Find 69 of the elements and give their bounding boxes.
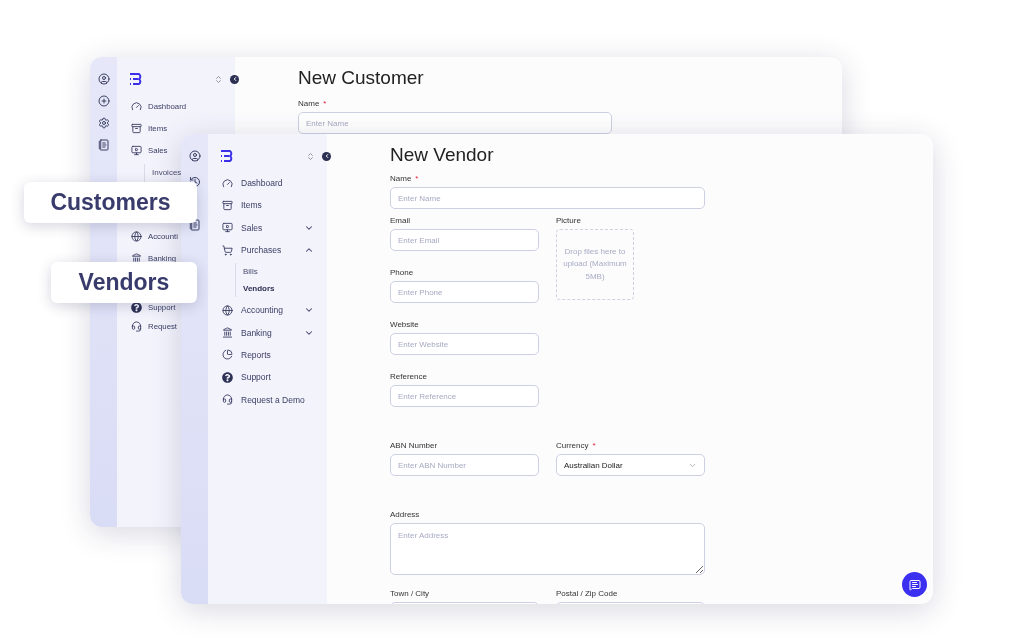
field-label: Address: [390, 510, 421, 520]
user-icon[interactable]: [188, 150, 201, 162]
nav-item[interactable]: Support: [208, 366, 327, 389]
archive-box-icon: [131, 122, 142, 134]
nav-subitem[interactable]: Bills: [243, 263, 258, 281]
monitor-icon: [131, 145, 142, 157]
nav-subitem[interactable]: Invoices: [152, 163, 182, 181]
customers-tooltip: Customers: [24, 182, 197, 223]
chevron-left-icon: [231, 76, 238, 82]
globe-icon: [131, 230, 142, 242]
nav-item[interactable]: Purchases: [208, 238, 327, 262]
currency-select[interactable]: Australian Dollar: [556, 454, 705, 476]
help-icon: [131, 302, 142, 314]
settings-icon[interactable]: [97, 117, 110, 129]
monitor-icon: [222, 222, 233, 234]
field-label: Currency *: [556, 441, 597, 451]
text-field[interactable]: Enter Name: [390, 187, 705, 209]
text-field[interactable]: Enter ABN Number: [390, 454, 539, 476]
nav-item[interactable]: Accounting: [208, 299, 327, 322]
globe-icon: [222, 304, 233, 316]
headset-icon: [222, 394, 233, 405]
field-label: Website: [390, 320, 420, 330]
bank-icon: [222, 327, 233, 339]
field-label: Name *: [298, 99, 328, 109]
bank-icon: [131, 252, 142, 264]
page-title: New Vendor: [390, 144, 495, 166]
field-label: Picture: [556, 216, 582, 226]
cart-icon: [222, 244, 233, 256]
document-icon[interactable]: [97, 139, 110, 151]
nav-item[interactable]: Banking: [208, 321, 327, 344]
nav-item[interactable]: Dashboard: [208, 172, 327, 195]
user-icon[interactable]: [97, 73, 110, 85]
collapse-button[interactable]: [230, 74, 239, 84]
text-field[interactable]: Enter Reference: [390, 385, 539, 407]
address-field[interactable]: Enter Address: [390, 523, 705, 575]
help-icon: [222, 371, 233, 383]
chevron-left-icon: [323, 153, 330, 159]
archive-box-icon: [222, 199, 233, 211]
pie-chart-icon: [222, 349, 233, 361]
history-icon[interactable]: [188, 176, 201, 188]
field-label: ABN Number: [390, 441, 439, 451]
chat-icon: [908, 578, 921, 591]
collapse-button[interactable]: [322, 151, 331, 161]
nav-item[interactable]: Sales: [208, 216, 327, 239]
field-label: Reference: [390, 372, 428, 382]
field-label: Name *: [390, 174, 420, 184]
nav-item[interactable]: Items: [208, 194, 327, 217]
dashboard-gauge-icon: [131, 100, 142, 112]
field-label: Town / City: [390, 589, 431, 599]
text-field[interactable]: Enter Website: [390, 333, 539, 355]
nav-item[interactable]: Reports: [208, 343, 327, 367]
text-field[interactable]: Enter Phone: [390, 281, 539, 303]
add-icon[interactable]: [97, 95, 110, 107]
page-title: New Customer: [298, 67, 425, 90]
field-label: Postal / Zip Code: [556, 589, 619, 599]
headset-icon: [131, 321, 142, 333]
field-label: Email: [390, 216, 411, 226]
document-icon[interactable]: [188, 219, 201, 231]
up-down-chevron-icon[interactable]: [214, 74, 223, 84]
logo-icon: [130, 73, 144, 85]
nav-subitem[interactable]: Vendors: [243, 280, 275, 298]
dashboard-gauge-icon: [222, 177, 233, 189]
up-down-chevron-icon[interactable]: [306, 151, 315, 161]
logo-icon: [221, 150, 235, 162]
vendors-tooltip: Vendors: [51, 262, 197, 303]
text-field[interactable]: Enter Name: [298, 112, 612, 134]
nav-item[interactable]: Request a Demo: [208, 388, 327, 411]
field-label: Phone: [390, 268, 415, 278]
text-field[interactable]: Enter Email: [390, 229, 539, 251]
